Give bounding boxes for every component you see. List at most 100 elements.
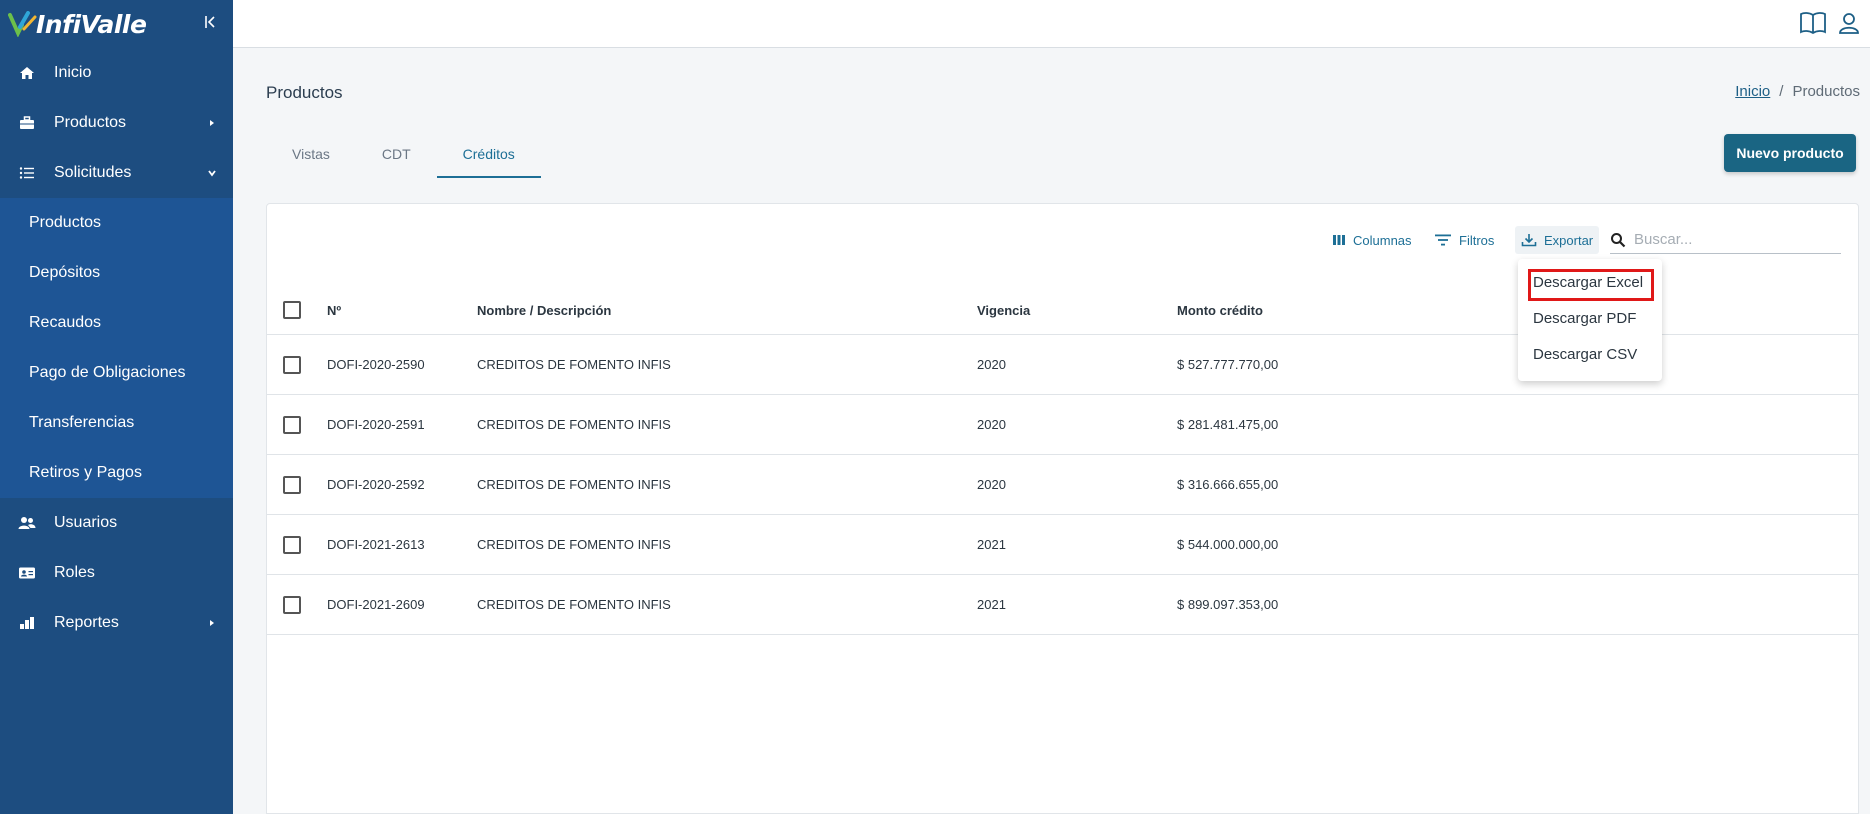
sidebar-item-label: Solicitudes <box>54 164 132 181</box>
new-product-button[interactable]: Nuevo producto <box>1724 134 1856 172</box>
home-icon <box>18 64 36 82</box>
row-select-cell <box>283 575 301 634</box>
logo-mark-icon <box>8 11 37 37</box>
submenu-item-transferencias[interactable]: Transferencias <box>0 398 233 448</box>
row-checkbox[interactable] <box>283 535 301 554</box>
briefcase-icon <box>18 114 36 132</box>
submenu-item-retiros-pagos[interactable]: Retiros y Pagos <box>0 448 233 498</box>
sidebar-item-label: Usuarios <box>54 514 118 531</box>
table-row[interactable]: DOFI-2020-2592 CREDITOS DE FOMENTO INFIS… <box>267 455 1858 515</box>
menu-item-download-csv[interactable]: Descargar CSV <box>1533 346 1637 363</box>
product-tabs: Vistas CDT Créditos <box>266 134 541 178</box>
submenu-item-pago-obligaciones[interactable]: Pago de Obligaciones <box>0 348 233 398</box>
book-icon[interactable] <box>1798 8 1828 38</box>
row-id: DOFI-2020-2592 <box>327 477 425 492</box>
row-name: CREDITOS DE FOMENTO INFIS <box>477 357 671 372</box>
row-year: 2021 <box>977 597 1006 612</box>
tab-vistas[interactable]: Vistas <box>266 134 356 178</box>
row-amount: $ 281.481.475,00 <box>1177 417 1279 432</box>
chevron-down-icon <box>208 170 216 177</box>
tab-creditos[interactable]: Créditos <box>436 134 541 178</box>
page-title: Productos <box>266 83 343 102</box>
row-amount: $ 316.666.655,00 <box>1177 477 1279 492</box>
columns-label: Columnas <box>1353 232 1412 248</box>
logo-text: InfiValle <box>36 9 147 39</box>
row-amount: $ 544.000.000,00 <box>1177 537 1279 552</box>
tab-cdt[interactable]: CDT <box>356 134 437 178</box>
column-header-amount[interactable]: Monto crédito <box>1177 286 1263 334</box>
sidebar-item-usuarios[interactable]: Usuarios <box>0 498 233 548</box>
column-header-name[interactable]: Nombre / Descripción <box>477 286 611 334</box>
filter-icon <box>1435 234 1451 246</box>
columns-button[interactable]: Columnas <box>1332 226 1412 254</box>
filters-label: Filtros <box>1459 232 1495 248</box>
row-select-cell <box>283 455 301 514</box>
row-year: 2020 <box>977 477 1006 492</box>
row-name: CREDITOS DE FOMENTO INFIS <box>477 477 671 492</box>
row-name: CREDITOS DE FOMENTO INFIS <box>477 597 671 612</box>
row-checkbox[interactable] <box>283 355 301 374</box>
row-name: CREDITOS DE FOMENTO INFIS <box>477 417 671 432</box>
sidebar-item-reportes[interactable]: Reportes <box>0 598 233 648</box>
export-button[interactable]: Exportar <box>1515 226 1600 254</box>
row-checkbox[interactable] <box>283 595 301 614</box>
export-label: Exportar <box>1544 232 1594 248</box>
breadcrumb-current: Productos <box>1792 83 1860 100</box>
sidebar-item-productos[interactable]: Productos <box>0 98 233 148</box>
solicitudes-submenu: Productos Depósitos Recaudos Pago de Obl… <box>0 198 233 498</box>
sidebar-item-roles[interactable]: Roles <box>0 548 233 598</box>
row-select-cell <box>283 395 301 454</box>
sidebar-item-inicio[interactable]: Inicio <box>0 48 233 98</box>
column-header-number[interactable]: Nº <box>327 286 341 334</box>
submenu-item-recaudos[interactable]: Recaudos <box>0 298 233 348</box>
topbar <box>233 0 1870 48</box>
collapse-sidebar-icon[interactable] <box>201 10 219 34</box>
row-id: DOFI-2020-2591 <box>327 417 425 432</box>
row-year: 2020 <box>977 357 1006 372</box>
breadcrumb-home-link[interactable]: Inicio <box>1735 83 1770 100</box>
user-profile-icon[interactable] <box>1834 8 1864 38</box>
chart-icon <box>18 614 36 632</box>
filters-button[interactable]: Filtros <box>1434 226 1494 254</box>
chevron-right-icon <box>210 120 214 126</box>
export-dropdown-menu: Descargar Excel Descargar PDF Descargar … <box>1518 259 1662 381</box>
id-card-icon <box>18 564 36 582</box>
table-row[interactable]: DOFI-2021-2609 CREDITOS DE FOMENTO INFIS… <box>267 575 1858 635</box>
users-icon <box>18 514 36 532</box>
row-checkbox[interactable] <box>283 475 301 494</box>
sidebar-nav: Inicio Productos Solicitudes Productos D… <box>0 48 233 648</box>
menu-item-download-excel[interactable]: Descargar Excel <box>1533 274 1643 291</box>
columns-icon <box>1333 235 1345 245</box>
row-amount: $ 527.777.770,00 <box>1177 357 1279 372</box>
logo[interactable]: InfiValle <box>8 4 147 44</box>
sidebar-item-label: Inicio <box>54 64 92 81</box>
sidebar-item-label: Productos <box>54 114 127 131</box>
search-icon <box>1611 232 1626 247</box>
row-amount: $ 899.097.353,00 <box>1177 597 1279 612</box>
row-name: CREDITOS DE FOMENTO INFIS <box>477 537 671 552</box>
row-select-cell <box>283 335 301 394</box>
row-select-cell <box>283 515 301 574</box>
search-input[interactable] <box>1634 231 1824 248</box>
sidebar-item-label: Reportes <box>54 614 119 631</box>
row-id: DOFI-2021-2609 <box>327 597 425 612</box>
table-row[interactable]: DOFI-2021-2613 CREDITOS DE FOMENTO INFIS… <box>267 515 1858 575</box>
select-all-checkbox[interactable] <box>283 301 301 319</box>
chevron-right-icon <box>210 620 214 626</box>
row-checkbox[interactable] <box>283 415 301 434</box>
menu-item-download-pdf[interactable]: Descargar PDF <box>1533 310 1636 327</box>
list-icon <box>18 164 36 182</box>
column-header-vigencia[interactable]: Vigencia <box>977 286 1030 334</box>
download-icon <box>1521 234 1537 247</box>
sidebar-item-solicitudes[interactable]: Solicitudes <box>0 148 233 198</box>
breadcrumb: Inicio / Productos <box>1735 83 1860 100</box>
search-box <box>1610 226 1841 254</box>
row-id: DOFI-2021-2613 <box>327 537 425 552</box>
row-id: DOFI-2020-2590 <box>327 357 425 372</box>
breadcrumb-separator: / <box>1779 83 1784 100</box>
submenu-item-depositos[interactable]: Depósitos <box>0 248 233 298</box>
table-row[interactable]: DOFI-2020-2591 CREDITOS DE FOMENTO INFIS… <box>267 395 1858 455</box>
sidebar-item-label: Roles <box>54 564 95 581</box>
submenu-item-productos[interactable]: Productos <box>0 198 233 248</box>
sidebar: InfiValle Inicio Productos Solicitudes P… <box>0 0 233 814</box>
